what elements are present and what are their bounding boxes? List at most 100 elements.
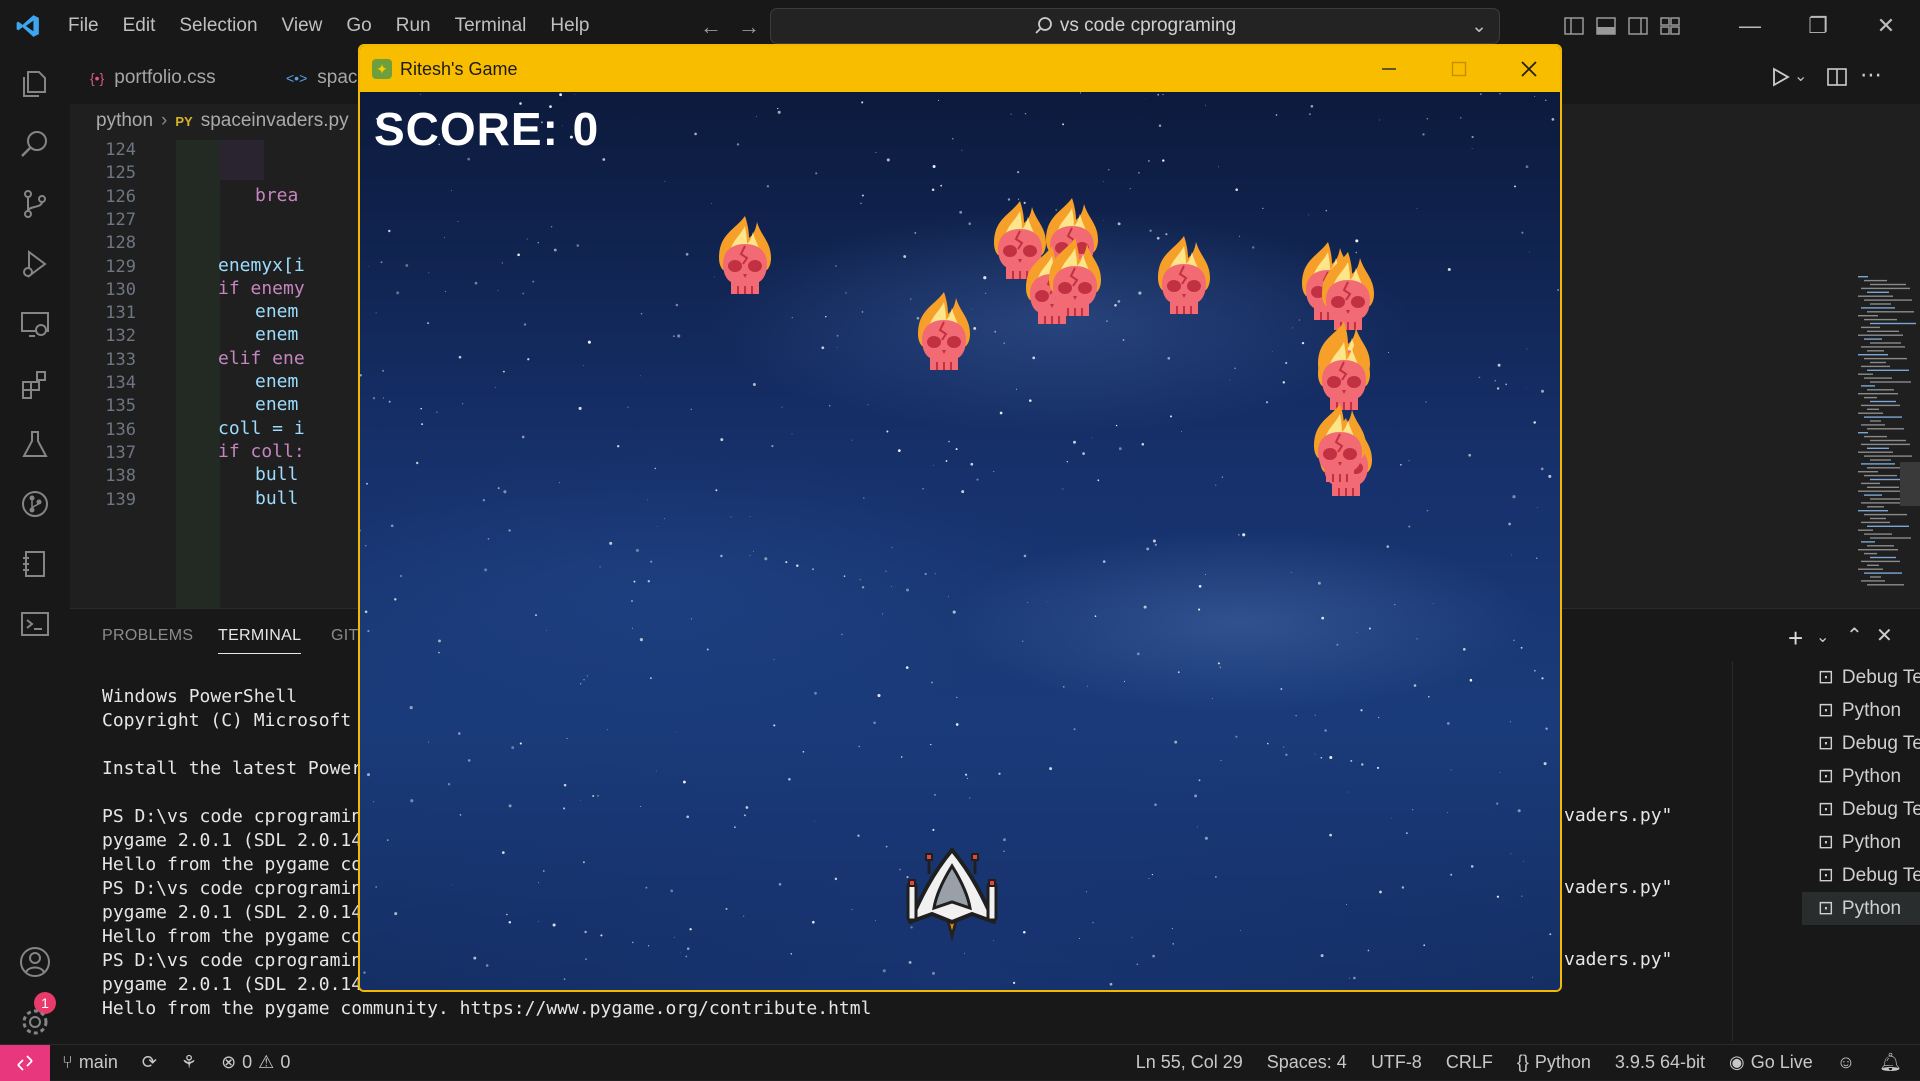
remote-explorer-icon[interactable] xyxy=(0,294,70,354)
toggle-panel-icon[interactable] xyxy=(1590,0,1622,52)
more-actions-icon[interactable]: ⋯ xyxy=(1860,62,1882,88)
python-interpreter[interactable]: 3.9.5 64-bit xyxy=(1603,1052,1717,1073)
terminal-list-item[interactable]: ⊡ Python xyxy=(1802,826,1920,859)
extensions-icon[interactable] xyxy=(0,354,70,414)
feedback-icon[interactable]: ☺ xyxy=(1825,1052,1867,1073)
command-center[interactable]: vs code cprograming ⌄ xyxy=(770,8,1500,44)
minimap-line xyxy=(1858,276,1868,278)
testing-flask-icon[interactable] xyxy=(0,414,70,474)
star xyxy=(1221,476,1224,478)
breadcrumb-folder[interactable]: python xyxy=(96,110,153,132)
menu-item-selection[interactable]: Selection xyxy=(167,0,269,52)
indentation-status[interactable]: Spaces: 4 xyxy=(1255,1052,1359,1073)
maximize-panel-chevron-up-icon[interactable]: ⌃ xyxy=(1846,623,1863,648)
terminal-list-item[interactable]: ⊡ Python xyxy=(1802,760,1920,793)
minimize-icon[interactable]: — xyxy=(1716,0,1784,52)
problems-status[interactable]: ⊗ 0 ⚠ 0 xyxy=(209,1052,302,1073)
terminal-item-label: Python xyxy=(1841,765,1902,787)
terminal-list-item[interactable]: ⊡ Debug Termi... xyxy=(1802,661,1920,694)
minimap-line xyxy=(1870,556,1896,559)
tab-terminal[interactable]: TERMINAL xyxy=(218,627,302,654)
game-close-icon[interactable] xyxy=(1494,46,1560,92)
star xyxy=(1136,652,1140,656)
tab-git[interactable]: GIT xyxy=(331,627,359,645)
game-minimize-icon[interactable] xyxy=(1354,46,1424,92)
close-icon[interactable]: ✕ xyxy=(1852,0,1920,52)
tab-problems[interactable]: PROBLEMS xyxy=(102,627,193,645)
minimap-line xyxy=(1861,404,1900,407)
star xyxy=(1138,291,1142,295)
html-file-icon: <•> xyxy=(286,70,308,86)
game-title-bar[interactable]: ✦ Ritesh's Game xyxy=(360,46,1560,92)
star xyxy=(1314,714,1316,716)
explorer-icon[interactable] xyxy=(0,54,70,114)
forward-arrow-icon[interactable]: → xyxy=(738,14,760,40)
game-window[interactable]: ✦ Ritesh's Game SCORE: 0 xyxy=(358,44,1562,992)
star xyxy=(550,226,553,228)
source-control-icon[interactable] xyxy=(0,174,70,234)
terminal-list-item[interactable]: ⊡ Python xyxy=(1802,892,1920,925)
star xyxy=(487,537,490,540)
tab-portfolio-css[interactable]: {•} portfolio.css xyxy=(90,52,216,104)
customize-layout-icon[interactable] xyxy=(1654,0,1686,52)
line-number: 132 xyxy=(105,326,136,347)
back-arrow-icon[interactable]: ← xyxy=(700,14,722,40)
remote-indicator-icon[interactable] xyxy=(0,1044,50,1081)
git-graph-status-icon[interactable]: ⚘ xyxy=(169,1052,209,1073)
star xyxy=(1162,159,1165,162)
terminal-fragment: vaders.py" xyxy=(1564,877,1673,898)
git-graph-icon[interactable] xyxy=(0,474,70,534)
menu-item-file[interactable]: File xyxy=(56,0,111,52)
star xyxy=(1132,991,1133,992)
menu-item-view[interactable]: View xyxy=(270,0,335,52)
chevron-down-icon[interactable]: ⌄ xyxy=(1471,15,1487,38)
run-debug-icon[interactable] xyxy=(0,234,70,294)
game-canvas[interactable]: SCORE: 0 xyxy=(360,92,1560,992)
restore-icon[interactable]: ❐ xyxy=(1784,0,1852,52)
accounts-icon[interactable] xyxy=(0,932,70,992)
notifications-bell-icon[interactable]: 🔔︎ xyxy=(1867,1052,1920,1073)
split-editor-icon[interactable] xyxy=(1826,66,1848,93)
minimap[interactable] xyxy=(1850,276,1920,606)
terminal-list-item[interactable]: ⊡ Debug Termi... xyxy=(1802,793,1920,826)
cursor-position[interactable]: Ln 55, Col 29 xyxy=(1124,1052,1255,1073)
star xyxy=(563,978,566,980)
terminal-list-item[interactable]: ⊡ Debug Termi... xyxy=(1802,727,1920,760)
run-python-file-icon[interactable] xyxy=(1770,66,1792,93)
toggle-secondary-sidebar-icon[interactable] xyxy=(1622,0,1654,52)
game-maximize-icon[interactable] xyxy=(1424,46,1494,92)
minimap-line xyxy=(1864,494,1882,496)
terminal-icon[interactable] xyxy=(0,594,70,654)
settings-gear-icon[interactable] xyxy=(0,992,70,1052)
star xyxy=(1016,170,1020,174)
star xyxy=(1494,380,1496,382)
editor-scrollbar-thumb[interactable] xyxy=(1900,462,1920,506)
language-mode[interactable]: {} Python xyxy=(1505,1052,1603,1073)
star xyxy=(955,723,959,726)
terminal-item-label: Python xyxy=(1841,831,1902,853)
notebook-icon[interactable] xyxy=(0,534,70,594)
star xyxy=(1103,181,1104,182)
new-terminal-plus-icon[interactable]: + xyxy=(1788,623,1803,654)
run-dropdown-chevron-icon[interactable]: ⌄ xyxy=(1794,66,1807,86)
star xyxy=(976,478,979,481)
tab-spaceinvaders[interactable]: <•> spac xyxy=(286,52,357,104)
terminal-dropdown-chevron-icon[interactable]: ⌄ xyxy=(1816,627,1829,647)
code-line: brea xyxy=(255,184,299,206)
toggle-primary-sidebar-icon[interactable] xyxy=(1558,0,1590,52)
sync-icon[interactable]: ⟳ xyxy=(130,1052,169,1073)
star xyxy=(396,291,400,295)
vscode-logo-icon xyxy=(0,0,56,52)
close-panel-icon[interactable]: ✕ xyxy=(1876,623,1893,648)
score-label: SCORE: 0 xyxy=(374,103,600,155)
star xyxy=(743,814,746,817)
breadcrumb-file[interactable]: spaceinvaders.py xyxy=(201,110,349,132)
menu-item-edit[interactable]: Edit xyxy=(111,0,168,52)
search-icon[interactable] xyxy=(0,114,70,174)
go-live-button[interactable]: ◉ Go Live xyxy=(1717,1052,1825,1073)
encoding-status[interactable]: UTF-8 xyxy=(1359,1052,1434,1073)
terminal-list-item[interactable]: ⊡ Python xyxy=(1802,694,1920,727)
eol-status[interactable]: CRLF xyxy=(1434,1052,1505,1073)
terminal-list-item[interactable]: ⊡ Debug Termi... xyxy=(1802,859,1920,892)
branch-status[interactable]: ⑂ main xyxy=(50,1052,130,1073)
